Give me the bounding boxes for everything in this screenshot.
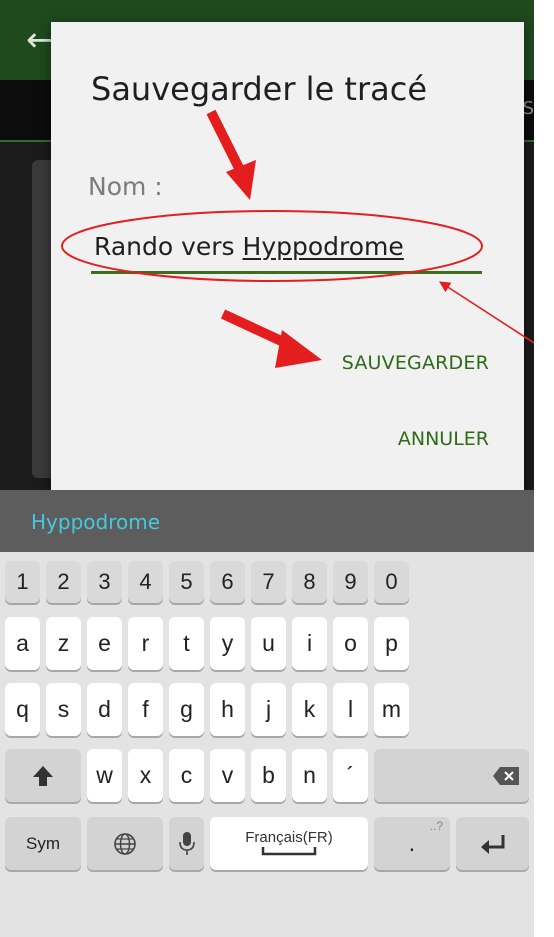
key-5[interactable]: 5 (169, 561, 204, 603)
globe-icon (114, 832, 136, 855)
period-key-label: . (408, 830, 416, 856)
microphone-icon (178, 831, 195, 855)
key-r[interactable]: r (128, 617, 163, 670)
key-k[interactable]: k (292, 683, 327, 736)
space-key[interactable]: Français(FR) (210, 817, 368, 870)
key-y[interactable]: y (210, 617, 245, 670)
backspace-key[interactable] (374, 749, 529, 802)
voice-input-key[interactable] (169, 817, 204, 870)
key-p[interactable]: p (374, 617, 409, 670)
enter-key[interactable] (456, 817, 529, 870)
key-u[interactable]: u (251, 617, 286, 670)
name-value-part2: Hyppodrome (242, 232, 404, 261)
key-0[interactable]: 0 (374, 561, 409, 603)
period-key[interactable]: ..? . (374, 817, 450, 870)
save-button[interactable]: SAUVEGARDER (342, 352, 489, 374)
key-b[interactable]: b (251, 749, 286, 802)
key-s[interactable]: s (46, 683, 81, 736)
period-key-sup: ..? (429, 819, 443, 833)
key-z[interactable]: z (46, 617, 81, 670)
save-track-dialog: Sauvegarder le tracé Nom : Rando vers Hy… (51, 22, 524, 492)
key-1[interactable]: 1 (5, 561, 40, 603)
key-i[interactable]: i (292, 617, 327, 670)
suggestion-bar: Hyppodrome (0, 490, 534, 552)
name-input[interactable]: Rando vers Hyppodrome (91, 229, 482, 274)
key-6[interactable]: 6 (210, 561, 245, 603)
name-input-value: Rando vers Hyppodrome (94, 232, 404, 261)
backspace-icon (493, 766, 519, 785)
shift-icon (33, 765, 53, 786)
key-v[interactable]: v (210, 749, 245, 802)
key-a[interactable]: a (5, 617, 40, 670)
key-c[interactable]: c (169, 749, 204, 802)
key-f[interactable]: f (128, 683, 163, 736)
key-g[interactable]: g (169, 683, 204, 736)
key-h[interactable]: h (210, 683, 245, 736)
cancel-button[interactable]: ANNULER (398, 428, 489, 450)
screen: ← GPS Sauvegarder le tracé Nom : Rando v… (0, 0, 534, 937)
key-x[interactable]: x (128, 749, 163, 802)
keyboard: 1 2 3 4 5 6 7 8 9 0 a z e r t y u i o p … (0, 552, 534, 937)
key-m[interactable]: m (374, 683, 409, 736)
suggestion-word[interactable]: Hyppodrome (31, 510, 160, 534)
key-2[interactable]: 2 (46, 561, 81, 603)
key-q[interactable]: q (5, 683, 40, 736)
key-o[interactable]: o (333, 617, 368, 670)
key-e[interactable]: e (87, 617, 122, 670)
shift-key[interactable] (5, 749, 81, 802)
key-4[interactable]: 4 (128, 561, 163, 603)
key-l[interactable]: l (333, 683, 368, 736)
key-t[interactable]: t (169, 617, 204, 670)
key-3[interactable]: 3 (87, 561, 122, 603)
key-w[interactable]: w (87, 749, 122, 802)
key-9[interactable]: 9 (333, 561, 368, 603)
key-n[interactable]: n (292, 749, 327, 802)
language-key[interactable] (87, 817, 163, 870)
key-7[interactable]: 7 (251, 561, 286, 603)
name-label: Nom : (88, 172, 163, 201)
name-value-part1: Rando vers (94, 232, 243, 261)
enter-icon (480, 834, 504, 854)
key-8[interactable]: 8 (292, 561, 327, 603)
key-acute[interactable]: ´ (333, 749, 368, 802)
sym-key[interactable]: Sym (5, 817, 81, 870)
key-d[interactable]: d (87, 683, 122, 736)
space-icon (261, 847, 317, 856)
dialog-title: Sauvegarder le tracé (91, 70, 428, 108)
space-key-label: Français(FR) (245, 829, 333, 846)
key-j[interactable]: j (251, 683, 286, 736)
